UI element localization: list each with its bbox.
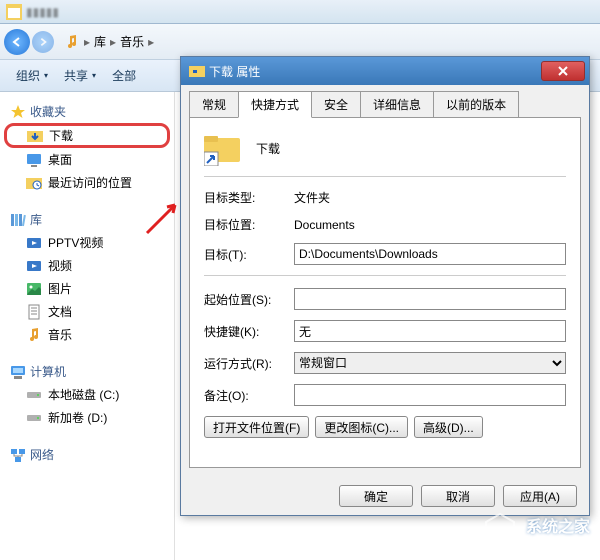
libraries-label: 库: [30, 211, 42, 228]
startin-input[interactable]: [294, 288, 566, 310]
sidebar-item-label: 本地磁盘 (C:): [48, 386, 119, 403]
download-icon: [27, 128, 43, 144]
favorites-label: 收藏夹: [30, 103, 66, 120]
target-label: 目标(T):: [204, 246, 294, 263]
folder-shortcut-large-icon: [204, 130, 240, 166]
folder-shortcut-icon: [185, 63, 209, 79]
sidebar-item-drive-c[interactable]: 本地磁盘 (C:): [4, 383, 170, 406]
computer-header[interactable]: 计算机: [4, 360, 170, 383]
video-icon: [26, 235, 42, 251]
library-icon: [10, 212, 26, 228]
chevron-right-icon: ▸: [148, 35, 154, 49]
close-button[interactable]: [541, 61, 585, 81]
sidebar-item-music[interactable]: 音乐: [4, 323, 170, 346]
computer-label: 计算机: [30, 363, 66, 380]
video-icon: [26, 258, 42, 274]
hotkey-input[interactable]: [294, 320, 566, 342]
advanced-button[interactable]: 高级(D)...: [414, 416, 483, 438]
recent-icon: [26, 175, 42, 191]
sidebar-item-recent[interactable]: 最近访问的位置: [4, 171, 170, 194]
sidebar-item-documents[interactable]: 文档: [4, 300, 170, 323]
network-header[interactable]: 网络: [4, 443, 170, 466]
target-type-label: 目标类型:: [204, 189, 294, 206]
music-icon: [64, 34, 80, 50]
sidebar-item-label: PPTV视频: [48, 234, 103, 251]
open-location-button[interactable]: 打开文件位置(F): [204, 416, 309, 438]
sidebar-item-label: 新加卷 (D:): [48, 409, 107, 426]
sidebar-item-videos[interactable]: 视频: [4, 254, 170, 277]
titlebar: ▮▮▮▮▮: [0, 0, 600, 24]
forward-button[interactable]: [32, 31, 54, 53]
chevron-right-icon: ▸: [110, 35, 116, 49]
favorites-header[interactable]: 收藏夹: [4, 100, 170, 123]
tab-general[interactable]: 常规: [189, 91, 239, 118]
tab-previous[interactable]: 以前的版本: [433, 91, 519, 118]
tab-shortcut[interactable]: 快捷方式: [238, 91, 312, 118]
sidebar-item-drive-d[interactable]: 新加卷 (D:): [4, 406, 170, 429]
sidebar-item-downloads[interactable]: 下载: [4, 123, 170, 148]
breadcrumb-lib[interactable]: 库: [94, 33, 106, 50]
run-label: 运行方式(R):: [204, 355, 294, 372]
comment-input[interactable]: [294, 384, 566, 406]
target-loc-value: Documents: [294, 218, 566, 232]
sidebar-item-label: 下载: [49, 127, 73, 144]
organize-menu[interactable]: 组织: [10, 65, 54, 86]
drive-icon: [26, 410, 42, 426]
dialog-title: 下载 属性: [209, 63, 541, 80]
sidebar-item-pictures[interactable]: 图片: [4, 277, 170, 300]
libraries-header[interactable]: 库: [4, 208, 170, 231]
app-icon: [6, 4, 22, 20]
sidebar-item-label: 视频: [48, 257, 72, 274]
cancel-button[interactable]: 取消: [421, 485, 495, 507]
target-loc-label: 目标位置:: [204, 216, 294, 233]
run-select[interactable]: 常规窗口: [294, 352, 566, 374]
navbar: ▸ 库 ▸ 音乐 ▸: [0, 24, 600, 60]
tabstrip: 常规 快捷方式 安全 详细信息 以前的版本: [181, 85, 589, 118]
dialog-heading: 下载: [256, 140, 280, 157]
breadcrumb[interactable]: ▸ 库 ▸ 音乐 ▸: [64, 33, 154, 50]
back-button[interactable]: [4, 29, 30, 55]
star-icon: [10, 104, 26, 120]
apply-button[interactable]: 应用(A): [503, 485, 577, 507]
picture-icon: [26, 281, 42, 297]
breadcrumb-current[interactable]: 音乐: [120, 33, 144, 50]
ok-button[interactable]: 确定: [339, 485, 413, 507]
document-icon: [26, 304, 42, 320]
chevron-right-icon: ▸: [84, 35, 90, 49]
target-input[interactable]: [294, 243, 566, 265]
sidebar-item-label: 最近访问的位置: [48, 174, 132, 191]
dialog-titlebar[interactable]: 下载 属性: [181, 57, 589, 85]
network-icon: [10, 447, 26, 463]
properties-dialog: 下载 属性 常规 快捷方式 安全 详细信息 以前的版本 下载 目标类型: 文件夹…: [180, 56, 590, 516]
sidebar-item-label: 桌面: [48, 151, 72, 168]
sidebar-item-label: 音乐: [48, 326, 72, 343]
window-title: ▮▮▮▮▮: [26, 5, 594, 19]
tab-security[interactable]: 安全: [311, 91, 361, 118]
desktop-icon: [26, 152, 42, 168]
sidebar-item-pptv[interactable]: PPTV视频: [4, 231, 170, 254]
tab-details[interactable]: 详细信息: [360, 91, 434, 118]
change-icon-button[interactable]: 更改图标(C)...: [315, 416, 408, 438]
sidebar: 收藏夹 下载 桌面 最近访问的位置 库 PPTV视频: [0, 92, 175, 560]
share-menu[interactable]: 共享: [58, 65, 102, 86]
target-type-value: 文件夹: [294, 189, 566, 206]
music-icon: [26, 327, 42, 343]
all-menu[interactable]: 全部: [106, 65, 142, 86]
dialog-footer: 确定 取消 应用(A): [181, 477, 589, 515]
computer-icon: [10, 364, 26, 380]
sidebar-item-label: 图片: [48, 280, 72, 297]
drive-icon: [26, 387, 42, 403]
startin-label: 起始位置(S):: [204, 291, 294, 308]
hotkey-label: 快捷键(K):: [204, 323, 294, 340]
tab-panel-shortcut: 下载 目标类型: 文件夹 目标位置: Documents 目标(T): 起始位置…: [189, 117, 581, 468]
network-label: 网络: [30, 446, 54, 463]
sidebar-item-label: 文档: [48, 303, 72, 320]
comment-label: 备注(O):: [204, 387, 294, 404]
sidebar-item-desktop[interactable]: 桌面: [4, 148, 170, 171]
